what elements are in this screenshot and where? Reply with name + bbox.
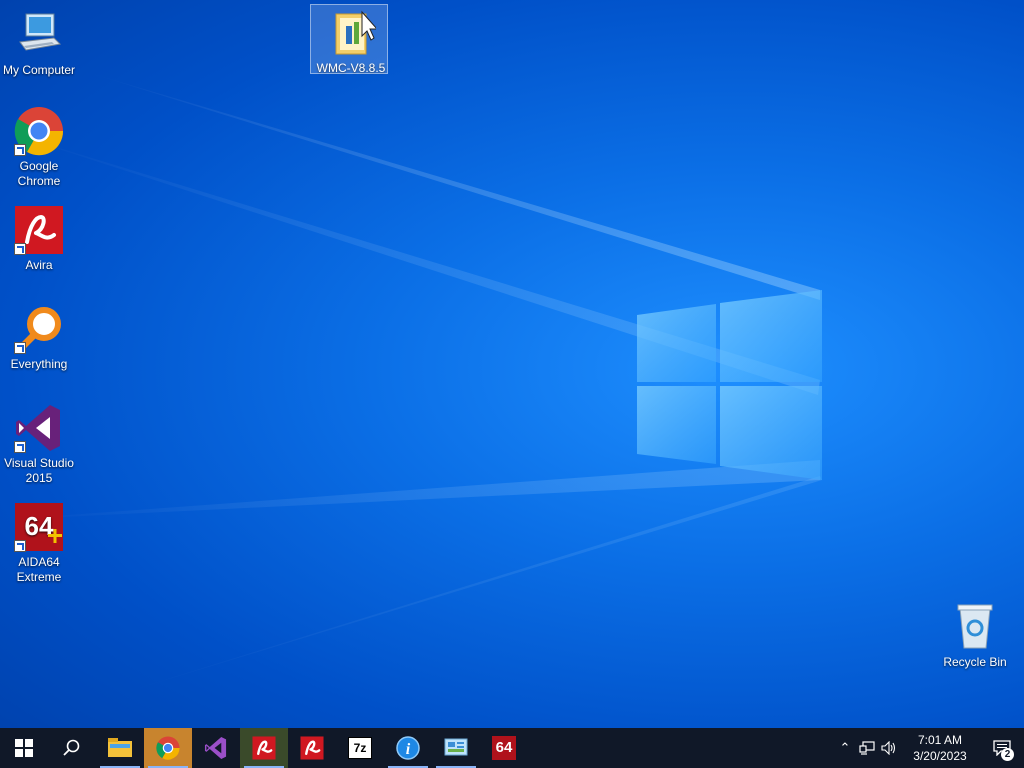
network-button[interactable] [856, 728, 878, 768]
volume-button[interactable] [878, 728, 900, 768]
taskbar-avira-2[interactable] [288, 728, 336, 768]
search-icon [63, 739, 80, 756]
visual-studio-icon [204, 736, 227, 760]
computer-icon [14, 10, 64, 60]
desktop-icon-my-computer[interactable]: My Computer [0, 10, 78, 78]
clock[interactable]: 7:01 AM 3/20/2023 [900, 732, 980, 764]
start-button[interactable] [0, 728, 48, 768]
shortcut-arrow-icon [14, 342, 26, 354]
taskbar-file-explorer[interactable] [96, 728, 144, 768]
taskbar-info-app[interactable]: i [384, 728, 432, 768]
shortcut-arrow-icon [14, 144, 26, 156]
chrome-icon [156, 736, 180, 760]
wallpaper [0, 70, 822, 700]
shortcut-arrow-icon [14, 441, 26, 453]
desktop-icon-label: Recycle Bin [943, 655, 1007, 669]
network-icon [859, 741, 875, 755]
desktop-icon-wmc-folder[interactable]: WMC-V8.8.5 [310, 4, 390, 76]
chrome-icon [14, 106, 64, 156]
desktop-icon-google-chrome[interactable]: Google Chrome [0, 106, 78, 189]
taskbar-aida64[interactable]: 64 [480, 728, 528, 768]
notification-count-badge: 2 [1001, 748, 1014, 761]
info-app-icon: i [396, 736, 420, 760]
taskbar-chrome[interactable] [144, 728, 192, 768]
desktop-icon-visual-studio[interactable]: Visual Studio 2015 [0, 403, 78, 486]
avira-icon [14, 205, 64, 255]
magnifier-icon [14, 304, 64, 354]
taskbar-visual-studio[interactable] [192, 728, 240, 768]
windows-logo [637, 290, 822, 480]
aida64-icon: 64 [492, 736, 516, 760]
taskbar-7zip[interactable]: 7z [336, 728, 384, 768]
speaker-icon [881, 741, 896, 755]
desktop-icon-avira[interactable]: Avira [0, 205, 78, 273]
system-tray: ⌃ 7:01 AM 3/20/2023 2 [834, 728, 1024, 768]
svg-text:i: i [406, 741, 411, 758]
desktop-icon-label: Visual Studio 2015 [4, 456, 74, 485]
action-center-button[interactable]: 2 [980, 728, 1024, 768]
visual-studio-icon [14, 403, 64, 453]
avira-icon [252, 736, 276, 760]
search-button[interactable] [48, 728, 96, 768]
desktop-icon-recycle-bin[interactable]: Recycle Bin [936, 602, 1014, 670]
desktop-icon-aida64[interactable]: 64 AIDA64 Extreme [0, 502, 78, 585]
desktop-icon-label: My Computer [2, 63, 76, 77]
aida64-icon: 64 [14, 502, 64, 552]
taskbar-control-panel[interactable] [432, 728, 480, 768]
clock-date: 3/20/2023 [913, 749, 967, 763]
shortcut-arrow-icon [14, 540, 26, 552]
desktop-icon-label: Avira [25, 258, 53, 272]
shortcut-arrow-icon [14, 243, 26, 255]
desktop-icon-label: Everything [10, 357, 68, 371]
avira-icon [300, 736, 324, 760]
desktop-icon-label: Google Chrome [17, 159, 61, 188]
start-icon [15, 739, 33, 757]
7zip-label: 7z [353, 741, 367, 755]
file-explorer-icon [108, 738, 132, 757]
recycle-bin-icon [950, 602, 1000, 652]
show-hidden-icons-button[interactable]: ⌃ [834, 728, 856, 768]
desktop-icon-everything[interactable]: Everything [0, 304, 78, 372]
desktop-icon-label: AIDA64 Extreme [16, 555, 62, 584]
chevron-up-icon: ⌃ [839, 740, 851, 755]
aida64-label: 64 [495, 739, 513, 756]
taskbar: 7z i 64 ⌃ 7:01 AM 3/20/2023 2 [0, 728, 1024, 768]
control-panel-icon [444, 738, 468, 756]
7zip-icon: 7z [348, 737, 372, 759]
clock-time: 7:01 AM [917, 733, 963, 747]
folder-icon [326, 8, 379, 58]
taskbar-avira-1[interactable] [240, 728, 288, 768]
